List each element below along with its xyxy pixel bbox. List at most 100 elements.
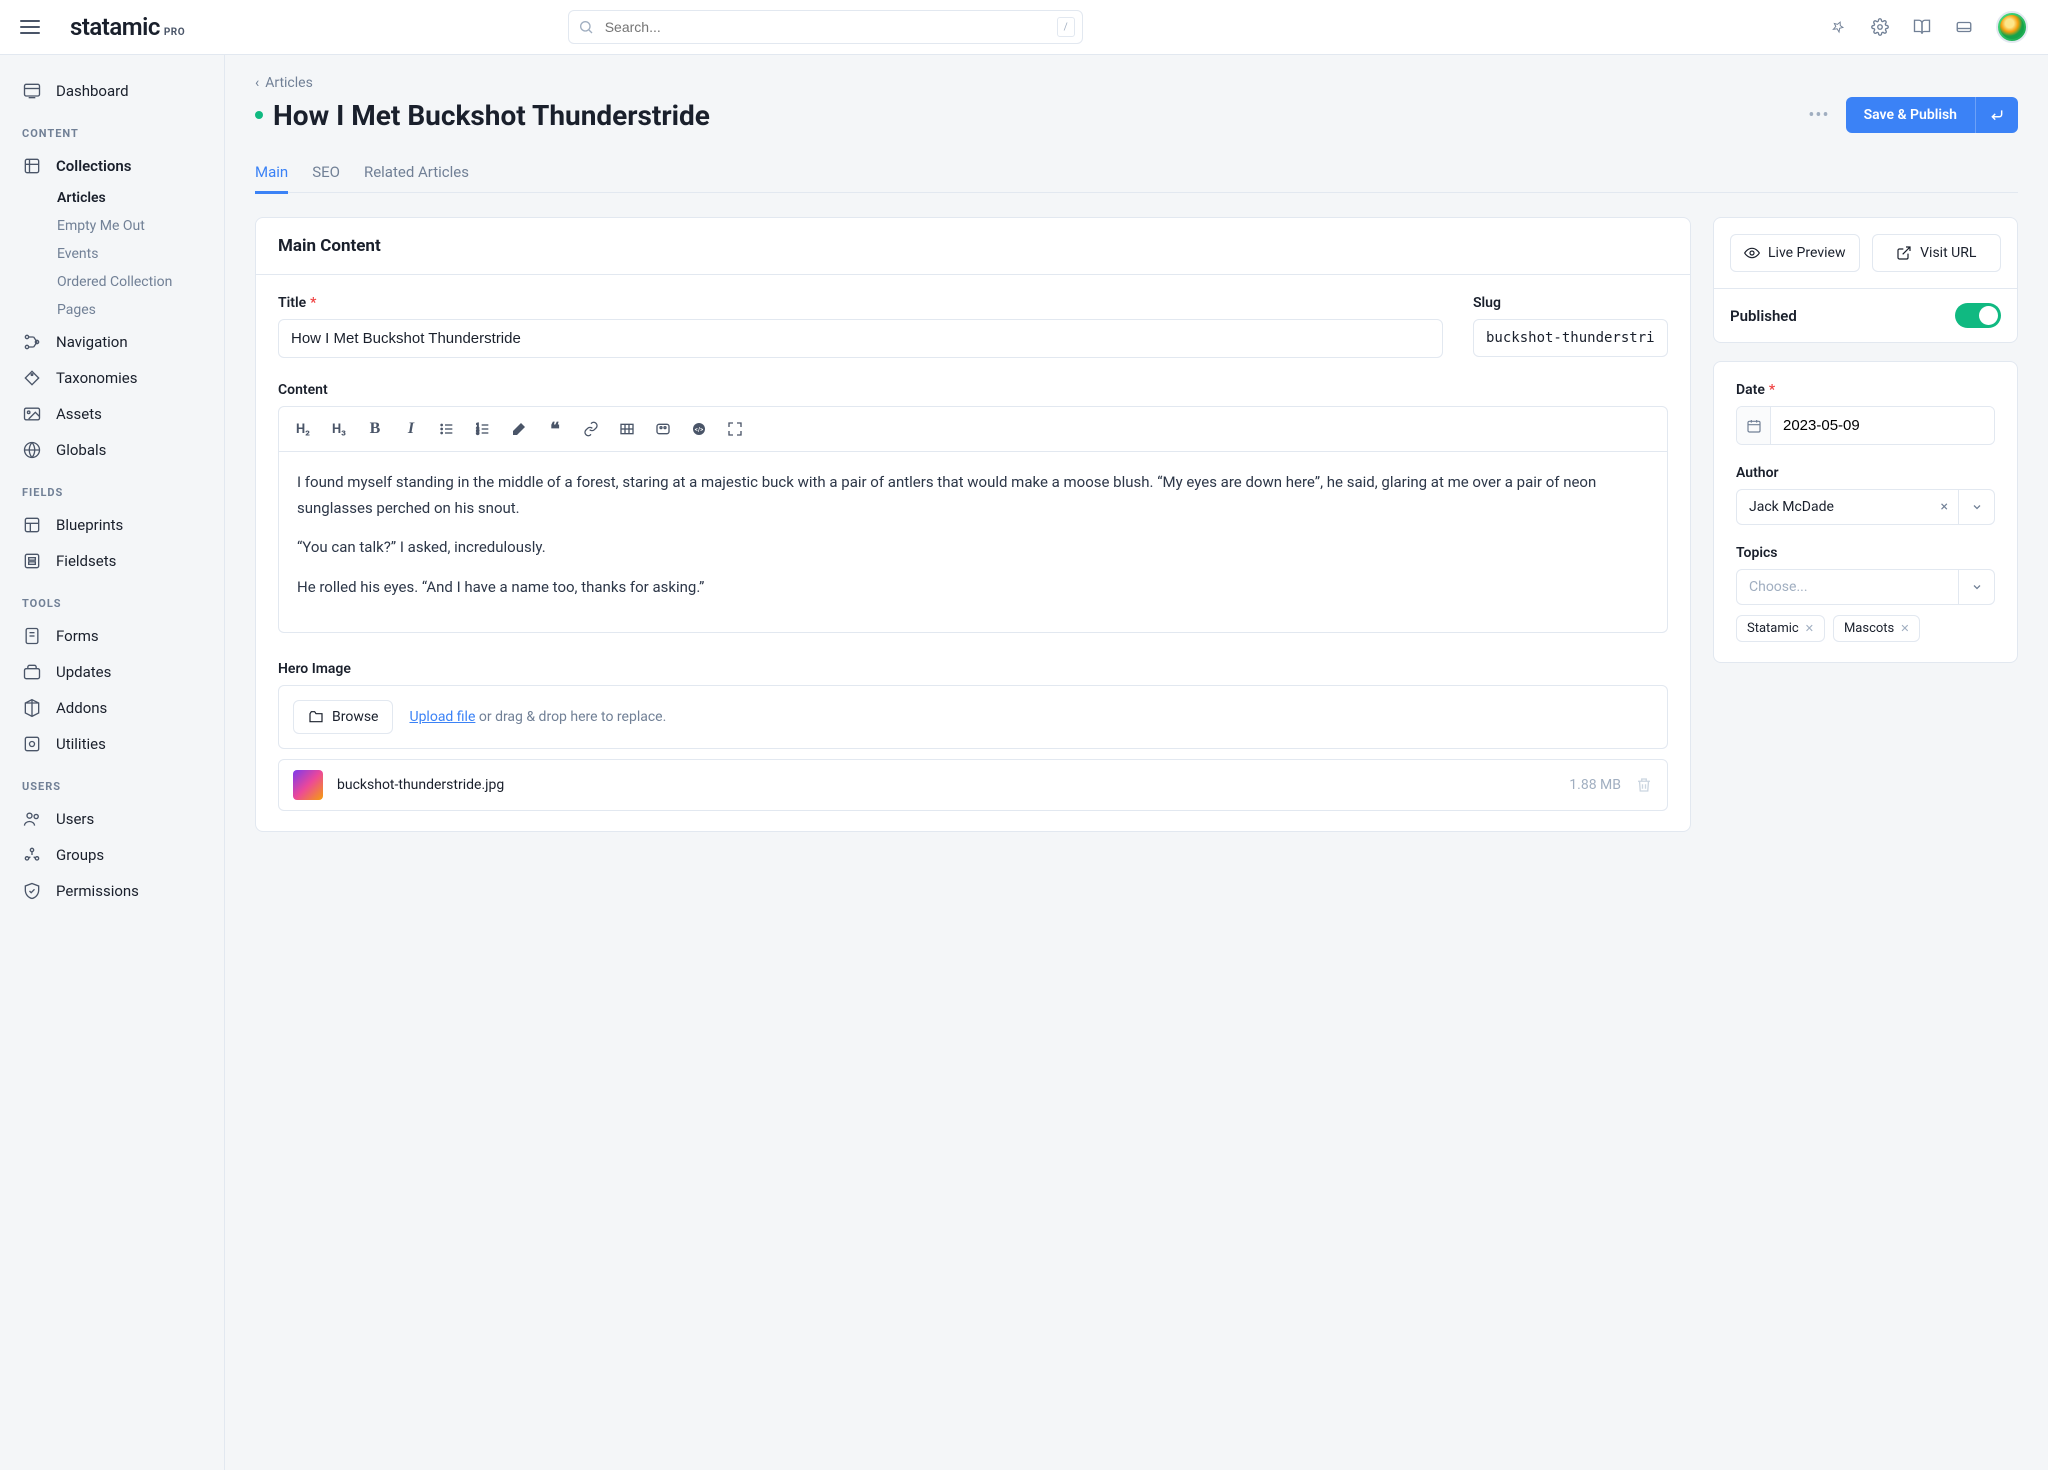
pin-icon[interactable] (1828, 17, 1848, 37)
calendar-icon[interactable] (1737, 407, 1771, 444)
more-actions-button[interactable]: ••• (1808, 105, 1829, 126)
required-indicator: * (1769, 382, 1775, 398)
tag-label: Statamic (1747, 621, 1799, 636)
tag-statamic[interactable]: Statamic ✕ (1736, 615, 1825, 642)
tag-mascots[interactable]: Mascots ✕ (1833, 615, 1921, 642)
ordered-list-button[interactable]: 123 (469, 415, 497, 443)
support-icon[interactable] (1954, 17, 1974, 37)
logo[interactable]: statamic PRO (70, 13, 185, 41)
required-indicator: * (310, 295, 316, 311)
blueprints-icon (22, 515, 42, 535)
logo-pro: PRO (164, 27, 185, 38)
live-preview-button[interactable]: Live Preview (1730, 234, 1860, 272)
save-dropdown-arrow[interactable] (1975, 97, 2018, 133)
sidebar-item-addons[interactable]: Addons (0, 690, 224, 726)
sidebar-item-collections[interactable]: Collections (0, 148, 224, 184)
permissions-icon (22, 881, 42, 901)
sidebar-item-dashboard[interactable]: Dashboard (0, 73, 224, 109)
author-clear[interactable]: × (1931, 499, 1958, 515)
upload-link[interactable]: Upload file (409, 709, 475, 725)
author-label: Author (1736, 465, 1779, 481)
sidebar-item-globals[interactable]: Globals (0, 432, 224, 468)
status-dot (255, 111, 263, 119)
file-row: buckshot-thunderstride.jpg 1.88 MB (278, 759, 1668, 811)
editor-body[interactable]: I found myself standing in the middle of… (278, 452, 1668, 633)
slug-input[interactable] (1473, 319, 1668, 357)
italic-button[interactable]: I (397, 415, 425, 443)
upload-dropzone[interactable]: Browse Upload file or drag & drop here t… (278, 685, 1668, 749)
tag-label: Mascots (1844, 621, 1894, 636)
bold-button[interactable]: B (361, 415, 389, 443)
sidebar-item-taxonomies[interactable]: Taxonomies (0, 360, 224, 396)
clear-format-button[interactable] (505, 415, 533, 443)
file-thumbnail[interactable] (293, 770, 323, 800)
browse-button[interactable]: Browse (293, 700, 393, 734)
link-button[interactable] (577, 415, 605, 443)
code-button[interactable]: </> (685, 415, 713, 443)
content-p2: “You can talk?” I asked, incredulously. (297, 535, 1649, 561)
hamburger-menu[interactable] (20, 20, 40, 34)
sidebar-item-permissions[interactable]: Permissions (0, 873, 224, 909)
bullet-list-button[interactable] (433, 415, 461, 443)
trash-icon[interactable] (1635, 776, 1653, 794)
title-input[interactable] (278, 319, 1443, 358)
sidebar-item-blueprints[interactable]: Blueprints (0, 507, 224, 543)
docs-icon[interactable] (1912, 17, 1932, 37)
tab-seo[interactable]: SEO (312, 153, 340, 192)
sidebar-item-forms[interactable]: Forms (0, 618, 224, 654)
save-publish-button[interactable]: Save & Publish (1846, 97, 2018, 133)
users-icon (22, 809, 42, 829)
sidebar-subitem-emptyme[interactable]: Empty Me Out (0, 212, 224, 240)
sidebar-item-assets[interactable]: Assets (0, 396, 224, 432)
sidebar-subitem-pages[interactable]: Pages (0, 296, 224, 324)
sidebar-item-users[interactable]: Users (0, 801, 224, 837)
sidebar-item-label: Ordered Collection (57, 274, 172, 290)
breadcrumb[interactable]: ‹Articles (255, 75, 2018, 91)
sidebar-subitem-events[interactable]: Events (0, 240, 224, 268)
navigation-icon (22, 332, 42, 352)
sidebar-item-utilities[interactable]: Utilities (0, 726, 224, 762)
visit-url-button[interactable]: Visit URL (1872, 234, 2002, 272)
tag-remove[interactable]: ✕ (1805, 622, 1814, 635)
settings-icon[interactable] (1870, 17, 1890, 37)
sidebar-item-label: Assets (56, 405, 102, 423)
tag-remove[interactable]: ✕ (1900, 622, 1909, 635)
published-toggle[interactable] (1955, 303, 2001, 328)
dashboard-icon (22, 81, 42, 101)
sidebar-item-label: Navigation (56, 333, 128, 351)
sidebar-item-updates[interactable]: Updates (0, 654, 224, 690)
author-dropdown-arrow[interactable] (1958, 490, 1994, 524)
author-value: Jack McDade (1737, 490, 1931, 524)
sidebar-subitem-articles[interactable]: Articles (0, 184, 224, 212)
file-name: buckshot-thunderstride.jpg (337, 777, 1555, 793)
content-p1: I found myself standing in the middle of… (297, 470, 1649, 521)
image-button[interactable] (649, 415, 677, 443)
search-input[interactable] (568, 10, 1083, 44)
sidebar-item-navigation[interactable]: Navigation (0, 324, 224, 360)
sidebar-item-groups[interactable]: Groups (0, 837, 224, 873)
date-input[interactable] (1771, 407, 1994, 444)
h3-button[interactable]: H₃ (325, 415, 353, 443)
topics-dropdown-arrow[interactable] (1958, 570, 1994, 604)
svg-text:</>: </> (695, 427, 703, 434)
sidebar-item-label: Addons (56, 699, 107, 717)
groups-icon (22, 845, 42, 865)
table-button[interactable] (613, 415, 641, 443)
sidebar-item-label: Groups (56, 846, 104, 864)
sidebar-item-fieldsets[interactable]: Fieldsets (0, 543, 224, 579)
topics-placeholder[interactable]: Choose... (1737, 570, 1958, 604)
tab-main[interactable]: Main (255, 153, 288, 194)
fullscreen-button[interactable] (721, 415, 749, 443)
tab-related[interactable]: Related Articles (364, 153, 469, 192)
sidebar-item-label: Empty Me Out (57, 218, 145, 234)
sidebar-subitem-ordered[interactable]: Ordered Collection (0, 268, 224, 296)
title-label: Title (278, 295, 306, 311)
updates-icon (22, 662, 42, 682)
quote-button[interactable]: ❝ (541, 415, 569, 443)
user-avatar[interactable] (1996, 11, 2028, 43)
browse-label: Browse (332, 709, 378, 725)
sidebar-heading-users: USERS (0, 762, 224, 801)
live-preview-label: Live Preview (1768, 245, 1845, 261)
logo-text: statamic (70, 13, 160, 41)
h2-button[interactable]: H₂ (289, 415, 317, 443)
